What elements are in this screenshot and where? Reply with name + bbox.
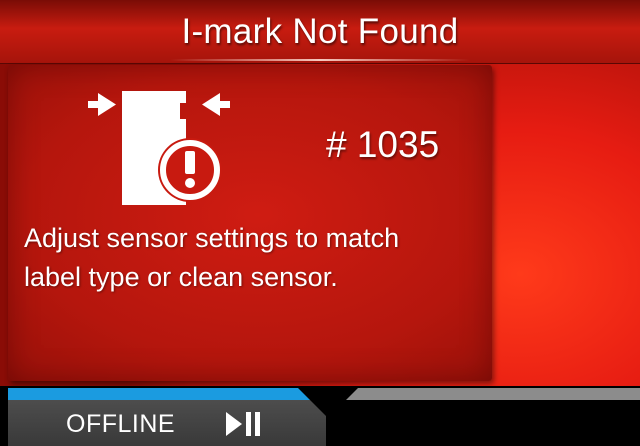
status-label: OFFLINE [66, 410, 176, 438]
error-message: Adjust sensor settings to match label ty… [24, 219, 484, 297]
play-pause-icon [226, 412, 260, 436]
status-button[interactable]: OFFLINE [8, 400, 326, 446]
warning-icon [158, 138, 222, 202]
error-code: # 1035 [326, 124, 440, 165]
page-title: I-mark Not Found [181, 12, 459, 51]
sensor-error-icon [88, 91, 230, 205]
error-panel: # 1035 Adjust sensor settings to match l… [8, 65, 492, 381]
error-message-line: label type or clean sensor. [24, 262, 338, 292]
title-bar: I-mark Not Found [0, 0, 640, 64]
progress-fill [8, 388, 311, 400]
arrow-left-icon [202, 93, 230, 116]
arrow-right-icon [88, 93, 116, 116]
tab-pointer-icon [298, 388, 358, 418]
error-message-line: Adjust sensor settings to match [24, 223, 400, 253]
printer-display: I-mark Not Found # 1035 Adjust sensor se… [0, 0, 640, 446]
content-area: # 1035 Adjust sensor settings to match l… [0, 64, 640, 386]
